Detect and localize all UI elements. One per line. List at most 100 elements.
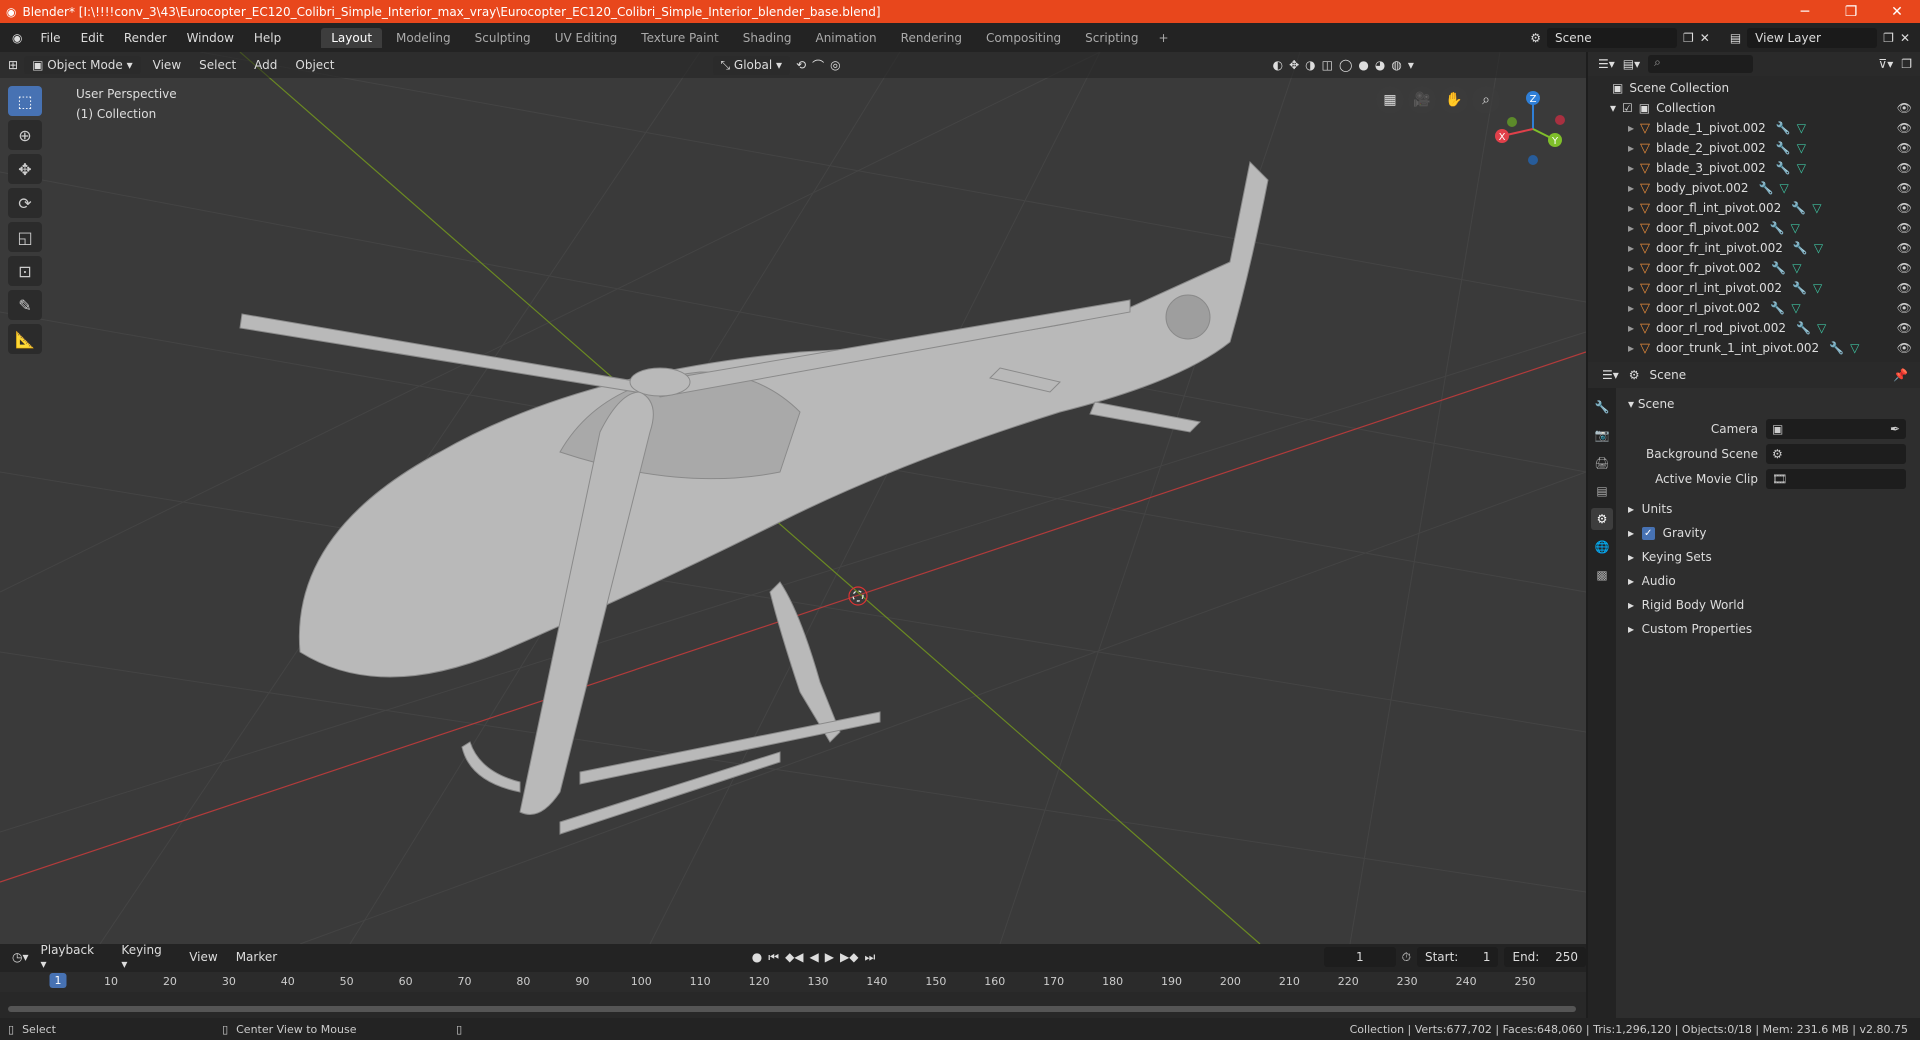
material-shading-icon[interactable]: ◕: [1375, 58, 1385, 72]
eye-icon[interactable]: 👁: [1897, 321, 1912, 335]
timeline-menu-marker[interactable]: Marker: [230, 948, 283, 966]
mesh-data-icon[interactable]: ▽: [1850, 341, 1859, 355]
outliner-item[interactable]: ▸ ▽ blade_2_pivot.002 🔧 ▽ 👁: [1588, 138, 1920, 158]
tab-uv-editing[interactable]: UV Editing: [545, 28, 628, 48]
outliner-scene-collection[interactable]: ▣ Scene Collection: [1588, 78, 1920, 98]
transform-icon[interactable]: ⊡: [8, 256, 42, 286]
scene-panel-header[interactable]: ▾ Scene: [1620, 392, 1916, 416]
start-frame-field[interactable]: Start: 1: [1416, 947, 1499, 967]
outliner-search[interactable]: ⌕: [1648, 55, 1754, 73]
menu-window[interactable]: Window: [179, 28, 242, 48]
mesh-data-icon[interactable]: ▽: [1797, 141, 1806, 155]
modifier-icon[interactable]: 🔧: [1770, 221, 1791, 235]
expand-icon[interactable]: ▸: [1628, 321, 1634, 335]
modifier-icon[interactable]: 🔧: [1770, 301, 1791, 315]
prev-keyframe-icon[interactable]: ◆◀: [785, 950, 803, 964]
gravity-panel[interactable]: ▸ ✓ Gravity: [1620, 521, 1916, 545]
mesh-data-icon[interactable]: ▽: [1817, 321, 1826, 335]
eye-icon[interactable]: 👁: [1897, 241, 1912, 255]
camera-field[interactable]: ▣ ✒: [1766, 418, 1906, 439]
menu-file[interactable]: File: [32, 28, 68, 48]
eye-icon[interactable]: 👁: [1897, 181, 1912, 195]
remove-scene-icon[interactable]: ✕: [1700, 31, 1710, 45]
maximize-icon[interactable]: ❐: [1828, 4, 1874, 20]
properties-editor-icon[interactable]: ☰▾: [1602, 368, 1619, 382]
tab-texture-paint[interactable]: Texture Paint: [631, 28, 728, 48]
tab-shading[interactable]: Shading: [733, 28, 802, 48]
stopwatch-icon[interactable]: ⏱: [1402, 950, 1411, 965]
eye-icon[interactable]: 👁: [1897, 221, 1912, 235]
3d-viewport[interactable]: ⊞ ▣ Object Mode ▾ View Select Add Object…: [0, 52, 1586, 944]
visibility-icon[interactable]: ◐: [1273, 58, 1283, 72]
modifier-icon[interactable]: 🔧: [1829, 341, 1850, 355]
movie-clip-field[interactable]: 🎞: [1766, 468, 1906, 489]
timeline-menu-view[interactable]: View: [183, 948, 223, 966]
expand-icon[interactable]: ▸: [1628, 181, 1634, 195]
timeline-menu-keying[interactable]: Keying ▾: [115, 941, 177, 973]
timeline-ruler[interactable]: 1 10 20 30 40 50 60 70 80 90 100 110 120 130 140 150 160…: [0, 972, 1586, 992]
background-scene-field[interactable]: ⚙: [1766, 443, 1906, 464]
play-icon[interactable]: ▶: [825, 950, 834, 964]
menu-edit[interactable]: Edit: [73, 28, 112, 48]
tab-animation[interactable]: Animation: [805, 28, 886, 48]
viewport-menu-object[interactable]: Object: [289, 56, 340, 74]
mesh-data-icon[interactable]: ▽: [1812, 201, 1821, 215]
render-tab-icon[interactable]: 📷: [1591, 424, 1613, 446]
mesh-data-icon[interactable]: ▽: [1791, 301, 1800, 315]
filter-icon[interactable]: ⊽▾: [1878, 57, 1893, 71]
outliner-item[interactable]: ▸ ▽ door_rl_pivot.002 🔧 ▽ 👁: [1588, 298, 1920, 318]
collapse-icon[interactable]: ▾: [1610, 101, 1616, 115]
checkbox-icon[interactable]: ☑: [1622, 101, 1633, 115]
custom-properties-panel[interactable]: ▸ Custom Properties: [1620, 617, 1916, 641]
jump-end-icon[interactable]: ⏭: [864, 950, 875, 965]
expand-icon[interactable]: ▸: [1628, 141, 1634, 155]
eye-icon[interactable]: 👁: [1897, 341, 1912, 355]
expand-icon[interactable]: ▸: [1628, 261, 1634, 275]
expand-icon[interactable]: ▸: [1628, 301, 1634, 315]
wireframe-shading-icon[interactable]: ◯: [1339, 58, 1352, 72]
timeline-body[interactable]: [0, 992, 1586, 1018]
pin-icon[interactable]: 📌: [1893, 368, 1908, 382]
new-scene-icon[interactable]: ❐: [1683, 31, 1694, 45]
modifier-icon[interactable]: 🔧: [1776, 161, 1797, 175]
play-reverse-icon[interactable]: ◀: [810, 950, 819, 964]
next-keyframe-icon[interactable]: ▶◆: [840, 950, 858, 964]
outliner-item[interactable]: ▸ ▽ blade_1_pivot.002 🔧 ▽ 👁: [1588, 118, 1920, 138]
tab-compositing[interactable]: Compositing: [976, 28, 1071, 48]
move-icon[interactable]: ✥: [8, 154, 42, 184]
tool-tab-icon[interactable]: 🔧: [1591, 396, 1613, 418]
rendered-shading-icon[interactable]: ◍: [1391, 58, 1401, 72]
mesh-data-icon[interactable]: ▽: [1797, 161, 1806, 175]
modifier-icon[interactable]: 🔧: [1796, 321, 1817, 335]
view-layer-field[interactable]: View Layer: [1747, 27, 1878, 48]
keying-sets-panel[interactable]: ▸ Keying Sets: [1620, 545, 1916, 569]
modifier-icon[interactable]: 🔧: [1792, 281, 1813, 295]
select-box-icon[interactable]: ⬚: [8, 86, 42, 116]
viewport-menu-add[interactable]: Add: [248, 56, 283, 74]
outliner-item[interactable]: ▸ ▽ door_rl_rod_pivot.002 🔧 ▽ 👁: [1588, 318, 1920, 338]
rigid-body-world-panel[interactable]: ▸ Rigid Body World: [1620, 593, 1916, 617]
pan-hand-icon[interactable]: ✋: [1440, 86, 1468, 114]
outliner-item[interactable]: ▸ ▽ door_fr_int_pivot.002 🔧 ▽ 👁: [1588, 238, 1920, 258]
scene-icon[interactable]: ⚙: [1530, 31, 1541, 45]
proportional-edit-icon[interactable]: ◎: [830, 58, 840, 72]
expand-icon[interactable]: ▸: [1628, 341, 1634, 355]
mesh-data-icon[interactable]: ▽: [1792, 261, 1801, 275]
output-tab-icon[interactable]: 🖨: [1591, 452, 1613, 474]
timeline-editor-icon[interactable]: ◷▾: [12, 950, 29, 964]
mesh-data-icon[interactable]: ▽: [1791, 221, 1800, 235]
remove-view-layer-icon[interactable]: ✕: [1900, 31, 1910, 45]
expand-icon[interactable]: ▸: [1628, 121, 1634, 135]
units-panel[interactable]: ▸ Units: [1620, 497, 1916, 521]
current-frame-field[interactable]: 1: [1324, 947, 1396, 967]
mesh-data-icon[interactable]: ▽: [1814, 241, 1823, 255]
audio-panel[interactable]: ▸ Audio: [1620, 569, 1916, 593]
mesh-data-icon[interactable]: ▽: [1779, 181, 1788, 195]
rotate-icon[interactable]: ⟳: [8, 188, 42, 218]
tab-rendering[interactable]: Rendering: [891, 28, 972, 48]
tab-scripting[interactable]: Scripting: [1075, 28, 1148, 48]
solid-shading-icon[interactable]: ●: [1358, 58, 1368, 72]
mode-dropdown[interactable]: ▣ Object Mode ▾: [24, 56, 141, 74]
modifier-icon[interactable]: 🔧: [1759, 181, 1780, 195]
toggle-camera-view-icon[interactable]: ▦: [1376, 86, 1404, 114]
